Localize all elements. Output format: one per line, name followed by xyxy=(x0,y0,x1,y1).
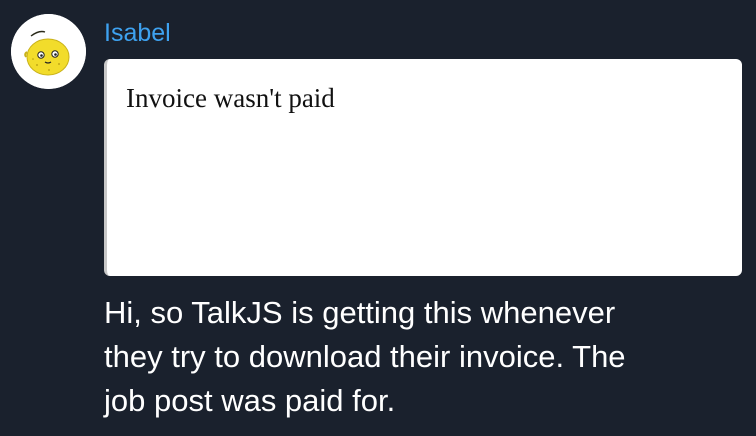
lemon-avatar-icon xyxy=(11,14,86,89)
message-body: Hi, so TalkJS is getting this whenever t… xyxy=(104,291,744,423)
avatar[interactable] xyxy=(11,14,86,89)
attachment-text: Invoice wasn't paid xyxy=(126,83,335,113)
message-line: Hi, so TalkJS is getting this whenever xyxy=(104,295,616,330)
author-name[interactable]: Isabel xyxy=(104,18,171,48)
attachment-image[interactable]: Invoice wasn't paid xyxy=(104,59,742,276)
message-line: they try to download their invoice. The xyxy=(104,339,626,374)
chat-message: Isabel Invoice wasn't paid Hi, so TalkJS… xyxy=(0,0,756,436)
message-line: job post was paid for. xyxy=(104,383,396,418)
